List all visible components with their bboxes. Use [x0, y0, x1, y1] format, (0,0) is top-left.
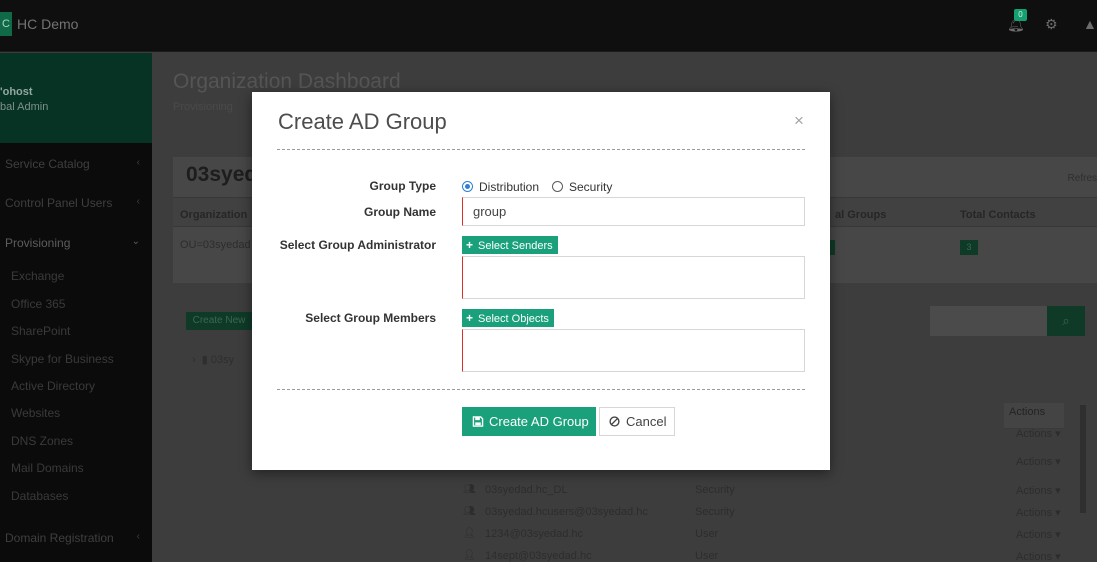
radio-icon[interactable] — [552, 181, 563, 192]
ban-icon — [609, 416, 620, 427]
select-senders-button[interactable]: + Select Senders — [462, 236, 558, 254]
create-ad-group-button[interactable]: Create AD Group — [462, 407, 596, 436]
group-admin-label: Select Group Administrator — [279, 238, 436, 252]
group-name-input[interactable] — [462, 197, 805, 226]
select-objects-button[interactable]: + Select Objects — [462, 309, 554, 327]
group-type-label: Group Type — [369, 179, 436, 193]
plus-icon: + — [466, 311, 474, 325]
group-admin-field[interactable] — [462, 256, 805, 299]
cancel-button[interactable]: Cancel — [599, 407, 675, 436]
divider — [277, 389, 805, 390]
radio-icon[interactable] — [462, 181, 473, 192]
save-icon — [472, 416, 484, 427]
close-icon[interactable]: × — [792, 112, 806, 129]
modal-title: Create AD Group — [278, 109, 447, 134]
divider — [277, 149, 805, 150]
group-name-label: Group Name — [363, 205, 436, 219]
group-members-label: Select Group Members — [305, 311, 436, 325]
create-ad-group-modal: Create AD Group × Group Type Distributio… — [252, 92, 830, 470]
plus-icon: + — [466, 238, 474, 252]
group-members-field[interactable] — [462, 329, 805, 372]
